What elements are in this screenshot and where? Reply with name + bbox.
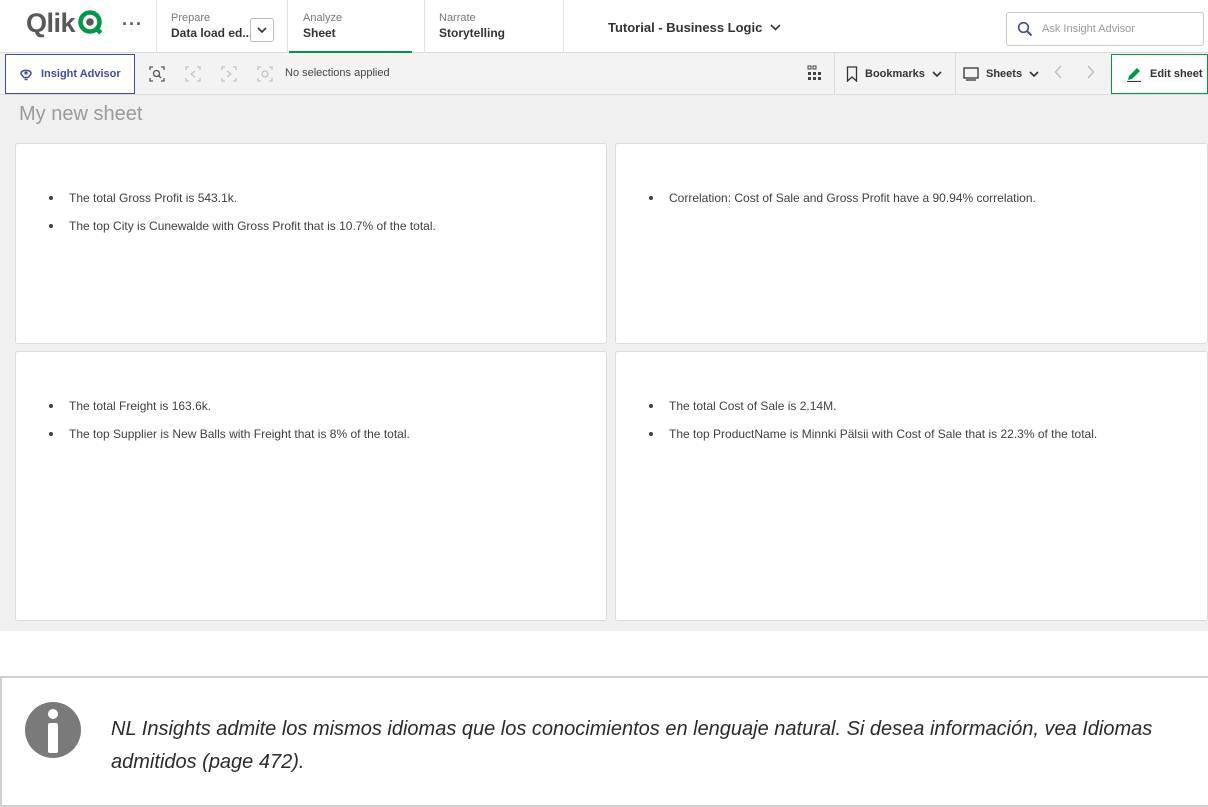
nl-insights-card[interactable]: Correlation: Cost of Sale and Gross Prof… [615,143,1208,344]
app-title-dropdown[interactable]: Tutorial - Business Logic [608,20,781,35]
bookmarks-button[interactable]: Bookmarks [846,65,942,83]
tab-narrate-sup: Narrate [439,12,476,24]
nl-insights-card[interactable]: The total Cost of Sale is 2.14M. The top… [615,351,1208,621]
edit-sheet-button[interactable]: Edit sheet [1111,54,1208,94]
lightbulb-icon [20,69,32,81]
step-back-icon[interactable] [184,65,202,83]
sheets-icon [963,67,979,81]
edit-sheet-label: Edit sheet [1150,68,1203,80]
grid-icon[interactable] [807,65,821,81]
insight-item: The total Gross Profit is 543.1k. [49,190,436,206]
divider [563,0,564,53]
tab-analyze-sup: Analyze [303,12,343,24]
search-icon [1017,21,1033,37]
divider [424,0,425,53]
logo-text: Qlik [26,7,76,38]
qlik-logo-icon [78,10,102,35]
insight-item: The total Cost of Sale is 2.14M. [648,398,1097,414]
nl-insights-card[interactable]: The total Freight is 163.6k. The top Sup… [15,351,607,621]
insight-list: The total Gross Profit is 543.1k. The to… [49,190,436,246]
tab-analyze-label: Sheet [303,26,336,40]
insight-list: The total Cost of Sale is 2.14M. The top… [648,398,1098,454]
insight-item: The total Freight is 163.6k. [49,398,410,414]
insight-item: The top City is Cunewalde with Gross Pro… [49,219,436,233]
more-menu-button[interactable]: ··· [122,14,143,35]
bookmarks-label: Bookmarks [865,68,925,80]
divider [834,53,835,95]
step-forward-icon[interactable] [220,65,238,83]
divider [955,53,956,95]
insight-list: The total Freight is 163.6k. The top Sup… [49,398,410,454]
selections-status: No selections applied [285,67,390,79]
tab-prepare-sup: Prepare [171,12,211,24]
insight-item: Correlation: Cost of Sale and Gross Prof… [649,191,1036,205]
divider [287,0,288,53]
chevron-down-icon [770,24,781,31]
chevron-left-icon[interactable] [1054,65,1062,79]
sheet-toolbar: Insight Advisor No selections applied Bo… [0,53,1208,95]
insight-list: Correlation: Cost of Sale and Gross Prof… [649,190,1036,218]
sheets-button[interactable]: Sheets [963,65,1039,83]
nl-insights-card[interactable]: The total Gross Profit is 543.1k. The to… [15,143,607,344]
sheets-label: Sheets [986,68,1023,80]
ask-insight-advisor-search[interactable] [1006,12,1204,46]
tab-prepare[interactable]: Prepare Data load ed... [171,0,252,53]
smart-search-icon[interactable] [148,65,166,83]
bookmark-icon [846,66,858,82]
insight-advisor-button[interactable]: Insight Advisor [5,54,135,94]
top-navigation-bar: Qlik ··· Prepare Data load ed... Analyze… [0,0,1208,53]
insight-item: The top ProductName is Minnki Pälsii wit… [648,427,1098,441]
chevron-down-icon [932,70,942,77]
chevron-down-icon [1029,70,1039,77]
search-input[interactable] [1042,23,1192,35]
tab-analyze[interactable]: Analyze Sheet [288,0,413,53]
chevron-down-icon [257,26,267,33]
pencil-icon [1127,68,1141,82]
tab-narrate[interactable]: Narrate Storytelling [439,0,505,53]
sheet-canvas: My new sheet The total Gross Profit is 5… [0,95,1208,631]
info-icon [25,702,81,758]
info-note: NL Insights admite los mismos idiomas qu… [0,676,1208,807]
insight-advisor-label: Insight Advisor [41,68,121,80]
prepare-dropdown-button[interactable] [250,18,274,42]
clear-selections-icon[interactable] [256,65,274,83]
note-text: NL Insights admite los mismos idiomas qu… [111,718,1153,773]
insight-item: The top Supplier is New Balls with Freig… [49,427,410,441]
qlik-logo[interactable]: Qlik [26,7,104,39]
sheet-title: My new sheet [19,103,143,125]
chevron-right-icon[interactable] [1087,65,1095,79]
divider [156,0,157,53]
tab-prepare-label: Data load ed... [171,26,253,40]
app-title: Tutorial - Business Logic [608,20,763,35]
tab-narrate-label: Storytelling [439,26,506,40]
